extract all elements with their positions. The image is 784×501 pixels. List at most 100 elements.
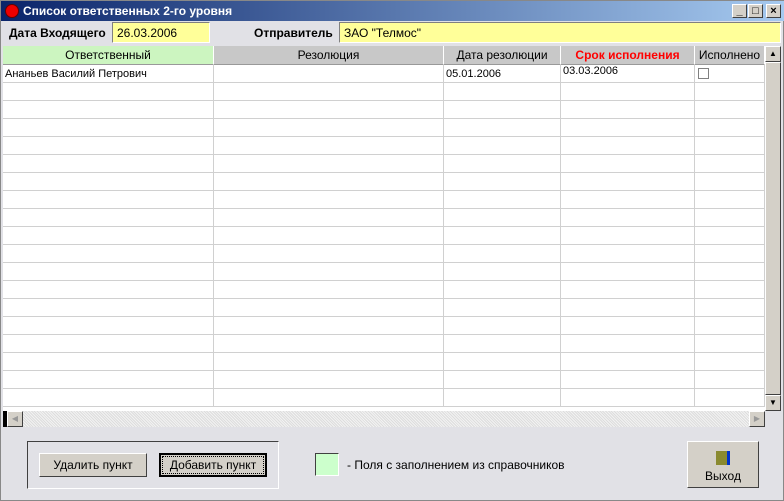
cell-resolution[interactable]	[214, 371, 444, 389]
cell-done[interactable]	[695, 371, 765, 389]
cell-resolution-date[interactable]	[444, 119, 561, 137]
cell-responsible[interactable]	[3, 83, 214, 101]
cell-deadline[interactable]	[561, 245, 695, 263]
vertical-scrollbar[interactable]: ▲ ▼	[765, 46, 781, 411]
cell-responsible[interactable]	[3, 173, 214, 191]
cell-resolution-date[interactable]	[444, 137, 561, 155]
cell-resolution[interactable]	[214, 191, 444, 209]
cell-resolution[interactable]	[214, 101, 444, 119]
cell-responsible[interactable]	[3, 209, 214, 227]
cell-done[interactable]	[695, 83, 765, 101]
cell-done[interactable]	[695, 227, 765, 245]
cell-resolution[interactable]	[214, 245, 444, 263]
cell-resolution-date[interactable]	[444, 245, 561, 263]
table-row[interactable]	[3, 227, 765, 245]
cell-resolution-date[interactable]	[444, 371, 561, 389]
cell-done[interactable]	[695, 299, 765, 317]
cell-done[interactable]	[695, 335, 765, 353]
cell-resolution[interactable]	[214, 227, 444, 245]
table-row[interactable]	[3, 245, 765, 263]
cell-deadline[interactable]	[561, 299, 695, 317]
cell-responsible[interactable]	[3, 353, 214, 371]
col-header-resolution[interactable]: Резолюция	[214, 46, 444, 65]
cell-done[interactable]	[695, 281, 765, 299]
cell-deadline[interactable]	[561, 263, 695, 281]
cell-resolution[interactable]	[214, 353, 444, 371]
cell-deadline[interactable]	[561, 317, 695, 335]
cell-responsible[interactable]	[3, 245, 214, 263]
cell-done[interactable]	[695, 209, 765, 227]
cell-responsible[interactable]	[3, 299, 214, 317]
cell-resolution-date[interactable]	[444, 191, 561, 209]
cell-responsible[interactable]	[3, 263, 214, 281]
table-row[interactable]	[3, 389, 765, 407]
table-row[interactable]	[3, 299, 765, 317]
cell-deadline[interactable]	[561, 101, 695, 119]
cell-resolution[interactable]	[214, 389, 444, 407]
table-row[interactable]	[3, 101, 765, 119]
cell-deadline[interactable]	[561, 119, 695, 137]
cell-resolution[interactable]	[214, 209, 444, 227]
cell-deadline[interactable]	[561, 389, 695, 407]
scroll-left-icon[interactable]: ◀	[7, 411, 23, 427]
table-row[interactable]	[3, 119, 765, 137]
cell-resolution[interactable]	[214, 119, 444, 137]
cell-resolution[interactable]	[214, 155, 444, 173]
cell-resolution-date[interactable]	[444, 335, 561, 353]
cell-resolution-date[interactable]: 05.01.2006	[444, 65, 561, 83]
cell-done[interactable]	[695, 155, 765, 173]
col-header-responsible[interactable]: Ответственный	[3, 46, 214, 65]
cell-deadline[interactable]	[561, 173, 695, 191]
cell-resolution[interactable]	[214, 173, 444, 191]
cell-resolution-date[interactable]	[444, 281, 561, 299]
cell-responsible[interactable]	[3, 227, 214, 245]
close-button[interactable]: ×	[766, 4, 781, 18]
scroll-thumb[interactable]	[765, 62, 781, 395]
cell-responsible[interactable]	[3, 191, 214, 209]
cell-done[interactable]	[695, 119, 765, 137]
table-row[interactable]	[3, 137, 765, 155]
cell-responsible[interactable]	[3, 119, 214, 137]
table-row[interactable]	[3, 317, 765, 335]
cell-responsible[interactable]	[3, 137, 214, 155]
cell-resolution[interactable]	[214, 83, 444, 101]
cell-responsible[interactable]	[3, 101, 214, 119]
cell-resolution-date[interactable]	[444, 263, 561, 281]
cell-deadline[interactable]	[561, 83, 695, 101]
cell-resolution[interactable]	[214, 263, 444, 281]
cell-responsible[interactable]	[3, 389, 214, 407]
cell-deadline[interactable]	[561, 281, 695, 299]
table-row[interactable]	[3, 191, 765, 209]
cell-resolution-date[interactable]	[444, 317, 561, 335]
table-row[interactable]	[3, 263, 765, 281]
cell-done[interactable]	[695, 389, 765, 407]
cell-deadline[interactable]	[561, 371, 695, 389]
add-item-button[interactable]: Добавить пункт	[159, 453, 267, 477]
cell-resolution-date[interactable]	[444, 353, 561, 371]
cell-responsible[interactable]	[3, 281, 214, 299]
sender-field[interactable]: ЗАО "Телмос"	[339, 22, 781, 43]
cell-done[interactable]	[695, 101, 765, 119]
horizontal-scrollbar[interactable]: ◀ ▶	[3, 411, 765, 427]
cell-responsible[interactable]	[3, 155, 214, 173]
cell-deadline[interactable]	[561, 353, 695, 371]
delete-item-button[interactable]: Удалить пункт	[39, 453, 147, 477]
cell-responsible[interactable]	[3, 335, 214, 353]
cell-resolution-date[interactable]	[444, 209, 561, 227]
cell-resolution-date[interactable]	[444, 389, 561, 407]
cell-resolution[interactable]	[214, 317, 444, 335]
col-header-deadline[interactable]: Срок исполнения	[561, 46, 695, 65]
table-row[interactable]	[3, 335, 765, 353]
scroll-up-icon[interactable]: ▲	[765, 46, 781, 62]
cell-done[interactable]	[695, 263, 765, 281]
cell-deadline[interactable]	[561, 191, 695, 209]
cell-resolution[interactable]	[214, 137, 444, 155]
cell-resolution-date[interactable]	[444, 173, 561, 191]
cell-resolution-date[interactable]	[444, 227, 561, 245]
table-row[interactable]: Ананьев Василий Петрович 05.01.2006 03.03.…	[3, 65, 765, 83]
maximize-button[interactable]: □	[748, 4, 763, 18]
cell-deadline[interactable]	[561, 137, 695, 155]
table-row[interactable]	[3, 173, 765, 191]
cell-done[interactable]	[695, 173, 765, 191]
scroll-right-icon[interactable]: ▶	[749, 411, 765, 427]
